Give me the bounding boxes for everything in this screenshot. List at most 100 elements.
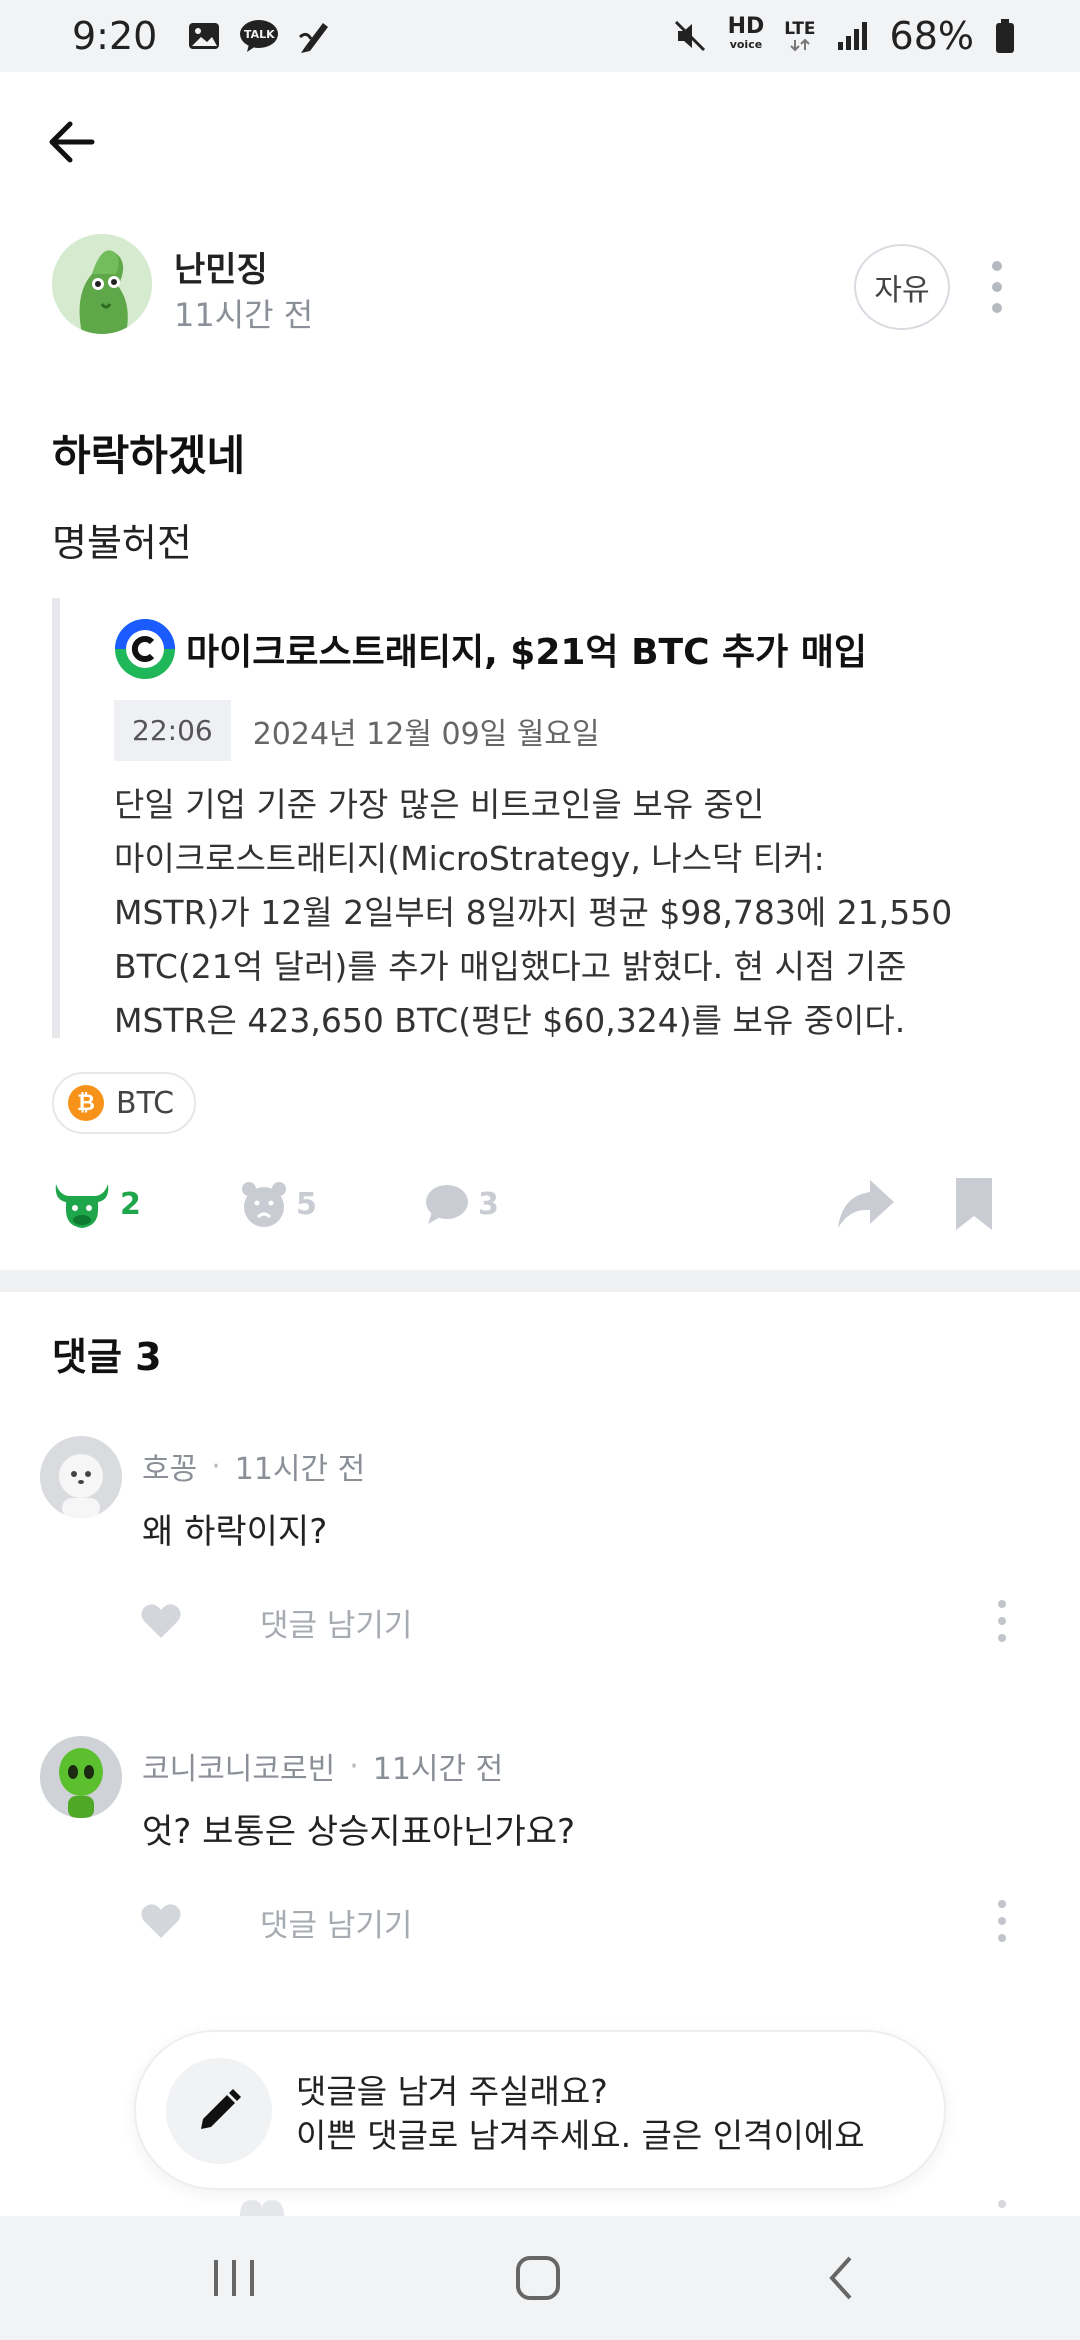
comment-like-button[interactable] xyxy=(140,1902,182,1940)
news-source-logo-icon xyxy=(115,619,175,679)
bear-reaction-button[interactable]: 5 xyxy=(240,1168,317,1240)
talk-label: TALK xyxy=(243,27,275,41)
battery-icon xyxy=(994,18,1016,54)
comment-header: 호꽁 · 11시간 전 xyxy=(142,1444,365,1488)
system-back-button[interactable] xyxy=(812,2252,872,2304)
mute-icon xyxy=(672,18,708,54)
news-summary-line: MSTR)가 12월 2일부터 8일까지 평균 $98,783에 21,550 xyxy=(114,893,953,932)
reply-button[interactable]: 댓글 남기기 xyxy=(260,1900,412,1945)
comment-author[interactable]: 호꽁 xyxy=(142,1444,197,1488)
arrow-left-icon xyxy=(49,121,95,163)
next-comment-peek xyxy=(0,2196,1080,2216)
news-quote-header: 마이크로스트래티지, $21억 BTC 추가 매입 xyxy=(114,618,867,680)
status-time: 9:20 xyxy=(72,14,158,58)
hd-voice-icon: HD voice xyxy=(727,14,765,54)
lte-label: LTE xyxy=(784,19,816,39)
hd-label: HD xyxy=(727,14,765,39)
recents-button[interactable] xyxy=(204,2252,264,2304)
heart-icon xyxy=(141,1904,181,1938)
composer-button[interactable] xyxy=(166,2058,272,2164)
section-divider xyxy=(0,1270,1080,1292)
news-summary-line: 단일 기업 기준 가장 많은 비트코인을 보유 중인 xyxy=(114,785,765,824)
composer-line-2: 이쁜 댓글로 남겨주세요. 글은 인격이에요 xyxy=(296,2116,865,2155)
news-quote[interactable]: 마이크로스트래티지, $21억 BTC 추가 매입 22:06 2024년 12… xyxy=(52,598,1012,1040)
home-icon xyxy=(516,2256,560,2300)
more-vertical-icon xyxy=(998,1900,1006,1942)
comment-count: 3 xyxy=(478,1186,499,1222)
comment-count-button[interactable]: 3 xyxy=(424,1168,499,1240)
comment-more-button[interactable] xyxy=(996,1596,1008,1646)
back-button[interactable] xyxy=(44,112,104,172)
bull-count: 2 xyxy=(120,1186,141,1222)
news-summary: 단일 기업 기준 가장 많은 비트코인을 보유 중인 마이크로스트래티지(Mic… xyxy=(114,778,1014,1048)
comment-time: 11시간 전 xyxy=(372,1752,504,1787)
post-time: 11시간 전 xyxy=(174,296,314,334)
share-arrow-icon xyxy=(838,1180,894,1228)
comment-text: 왜 하락이지? xyxy=(142,1512,328,1552)
top-bar xyxy=(0,72,1080,212)
system-nav-bar xyxy=(0,2216,1080,2340)
comment-separator: · xyxy=(211,1448,221,1484)
chevron-left-icon xyxy=(829,2256,852,2300)
comment-composer[interactable]: 댓글을 남겨 주실래요? 이쁜 댓글로 남겨주세요. 글은 인격이에요 xyxy=(134,2030,946,2190)
lte-icon: LTE xyxy=(784,19,816,52)
comment-like-button[interactable] xyxy=(140,1602,182,1640)
comment-item: 호꽁 · 11시간 전 왜 하락이지? 댓글 남기기 xyxy=(0,1436,1080,1696)
reply-button[interactable]: 댓글 남기기 xyxy=(260,1600,412,1645)
bull-reaction-button[interactable]: 2 xyxy=(52,1168,141,1240)
share-button[interactable] xyxy=(836,1176,896,1232)
bear-icon xyxy=(242,1182,286,1227)
comments-title: 댓글 3 xyxy=(52,1335,162,1379)
news-date: 2024년 12월 09일 월요일 xyxy=(252,716,600,752)
comment-separator: · xyxy=(349,1748,359,1784)
comment-header: 코니코니코로빈 · 11시간 전 xyxy=(142,1744,503,1788)
avatar[interactable] xyxy=(40,1736,122,1818)
battery-percent: 68% xyxy=(889,14,974,58)
avatar-image xyxy=(40,1436,122,1518)
post-body: 명불허전 xyxy=(52,521,192,565)
kakaotalk-icon: TALK xyxy=(239,19,279,53)
news-summary-line: MSTR은 423,650 BTC(평단 $60,324)를 보유 중이다. xyxy=(114,1001,906,1040)
post-author-row: 난민징 11시간 전 자유 xyxy=(52,234,1032,338)
reaction-bar: 2 5 3 xyxy=(0,1168,1080,1240)
news-meta: 22:06 2024년 12월 09일 월요일 xyxy=(114,700,600,761)
avatar-image xyxy=(52,234,152,334)
category-tag[interactable]: 자유 xyxy=(854,244,950,330)
recents-icon xyxy=(214,2260,254,2296)
bull-icon xyxy=(55,1184,109,1228)
news-title: 마이크로스트래티지, $21억 BTC 추가 매입 xyxy=(186,632,868,673)
comment-item: 코니코니코로빈 · 11시간 전 엇? 보통은 상승지표아닌가요? 댓글 남기기 xyxy=(0,1736,1080,1996)
more-vertical-icon xyxy=(992,261,1002,313)
news-time: 22:06 xyxy=(114,700,231,761)
pencil-icon xyxy=(201,2089,241,2129)
news-summary-line: 마이크로스트래티지(MicroStrategy, 나스닥 티커: xyxy=(114,839,825,878)
post-title: 하락하겠네 xyxy=(52,431,246,480)
avatar[interactable] xyxy=(52,234,152,334)
heart-icon xyxy=(240,2200,1006,2216)
comment-author[interactable]: 코니코니코로빈 xyxy=(142,1744,335,1788)
author-name[interactable]: 난민징 xyxy=(174,242,268,291)
avatar-image xyxy=(40,1736,122,1818)
gallery-icon xyxy=(187,19,221,53)
pen-icon xyxy=(297,17,331,55)
home-button[interactable] xyxy=(508,2252,568,2304)
more-vertical-icon xyxy=(998,1600,1006,1642)
avatar[interactable] xyxy=(40,1436,122,1518)
coin-tag-btc[interactable]: ₿ BTC xyxy=(52,1072,197,1134)
comment-text: 엇? 보통은 상승지표아닌가요? xyxy=(142,1812,576,1852)
post-more-button[interactable] xyxy=(982,254,1012,320)
comment-more-button[interactable] xyxy=(996,1896,1008,1946)
composer-line-1: 댓글을 남겨 주실래요? xyxy=(296,2072,608,2111)
heart-icon xyxy=(141,1604,181,1638)
comment-time: 11시간 전 xyxy=(234,1452,366,1487)
signal-icon xyxy=(836,20,870,52)
coin-label: BTC xyxy=(116,1085,175,1121)
composer-prompt: 댓글을 남겨 주실래요? 이쁜 댓글로 남겨주세요. 글은 인격이에요 xyxy=(296,2070,865,2158)
bookmark-icon xyxy=(956,1178,992,1230)
bear-count: 5 xyxy=(296,1186,317,1222)
status-bar: 9:20 TALK HD voice LTE 68% xyxy=(0,0,1080,72)
voice-label: voice xyxy=(729,38,763,51)
bitcoin-icon: ₿ xyxy=(68,1085,104,1121)
bookmark-button[interactable] xyxy=(952,1174,996,1234)
comment-bubble-icon xyxy=(426,1185,468,1224)
